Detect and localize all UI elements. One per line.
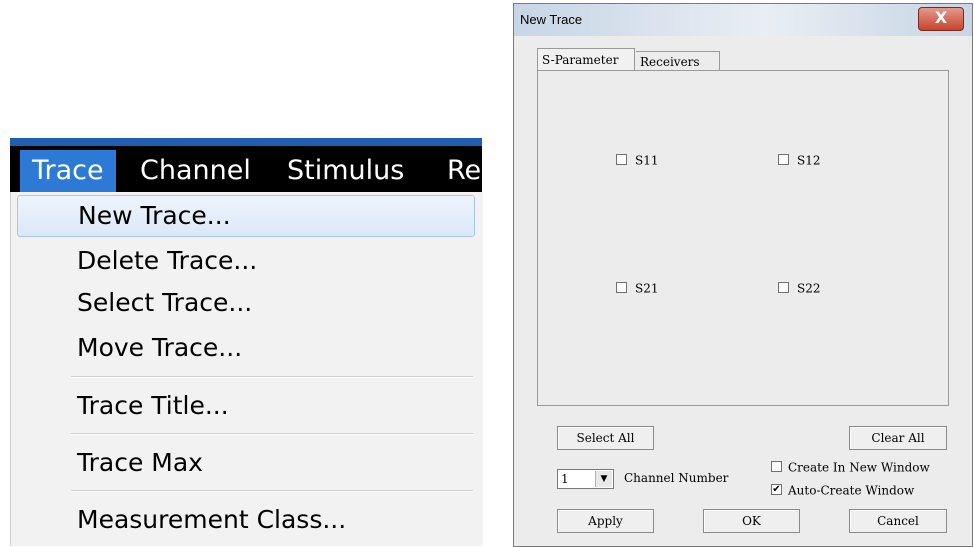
menu-item-label: Move Trace... [77,333,243,362]
checkbox-label: Auto-Create Window [788,483,915,498]
menu-item-move-trace[interactable]: Move Trace... [17,328,473,368]
close-button[interactable]: X [918,7,964,31]
close-icon: X [934,8,948,27]
menu-item-label: Trace Title... [77,391,229,420]
dialog-titlebar[interactable]: New Trace X [514,4,972,37]
menu-channel[interactable]: Channel [140,150,251,192]
menu-separator [71,376,473,378]
checkbox-auto-create-window[interactable]: ✔ Auto-Create Window [771,482,914,498]
clear-all-button[interactable]: Clear All [849,426,947,450]
trace-menu-panel: Trace Channel Stimulus Re New Trace... D… [10,138,483,546]
dropdown-arrow-icon[interactable]: ▼ [595,471,612,487]
cancel-button[interactable]: Cancel [849,509,947,533]
s-parameter-panel [537,70,949,406]
ok-button[interactable]: OK [703,509,800,533]
checkbox-label: Create In New Window [788,460,930,475]
menu-item-trace-max[interactable]: Trace Max [17,443,473,483]
checkbox-s22[interactable]: S22 [778,280,821,296]
dialog-title: New Trace [520,12,583,27]
trace-dropdown: New Trace... Delete Trace... Select Trac… [10,192,483,546]
menu-item-select-trace[interactable]: Select Trace... [17,283,473,323]
tab-s-parameter[interactable]: S-Parameter [537,48,635,70]
menubar-accent-line [10,138,482,146]
menu-item-label: Trace Max [77,448,203,477]
checkbox-label: S11 [635,153,659,168]
checkbox-label: S21 [635,281,659,296]
menu-item-label: New Trace... [78,201,231,230]
apply-button[interactable]: Apply [557,509,654,533]
menu-separator [71,490,473,492]
checkbox-s12[interactable]: S12 [778,152,821,168]
tab-receivers[interactable]: Receivers [636,51,720,71]
select-all-button[interactable]: Select All [557,426,654,450]
channel-number-value: 1 [561,472,569,486]
checkbox-box[interactable] [778,154,789,165]
checkbox-label: S12 [797,153,821,168]
menu-item-trace-title[interactable]: Trace Title... [17,386,473,426]
checkbox-box[interactable]: ✔ [771,484,782,495]
menu-item-measurement-class[interactable]: Measurement Class... [17,500,473,540]
menu-item-label: Measurement Class... [77,505,347,534]
menubar: Trace Channel Stimulus Re [10,138,482,192]
menu-item-new-trace[interactable]: New Trace... [17,195,475,237]
checkbox-create-in-new-window[interactable]: Create In New Window [771,459,930,475]
menu-stimulus[interactable]: Stimulus [287,150,404,192]
checkbox-box[interactable] [616,282,627,293]
menu-item-label: Select Trace... [77,288,253,317]
menu-response-truncated[interactable]: Re [447,150,481,192]
checkbox-box[interactable] [778,282,789,293]
menu-separator [71,433,473,435]
checkbox-s11[interactable]: S11 [616,152,659,168]
menu-item-delete-trace[interactable]: Delete Trace... [17,241,473,281]
checkbox-box[interactable] [616,154,627,165]
menu-item-label: Delete Trace... [77,246,258,275]
menu-trace[interactable]: Trace [20,150,116,192]
checkbox-label: S22 [797,281,821,296]
channel-number-select[interactable]: 1 ▼ [557,469,614,489]
channel-number-label: Channel Number [624,471,729,485]
checkbox-box[interactable] [771,461,782,472]
checkbox-s21[interactable]: S21 [616,280,659,296]
